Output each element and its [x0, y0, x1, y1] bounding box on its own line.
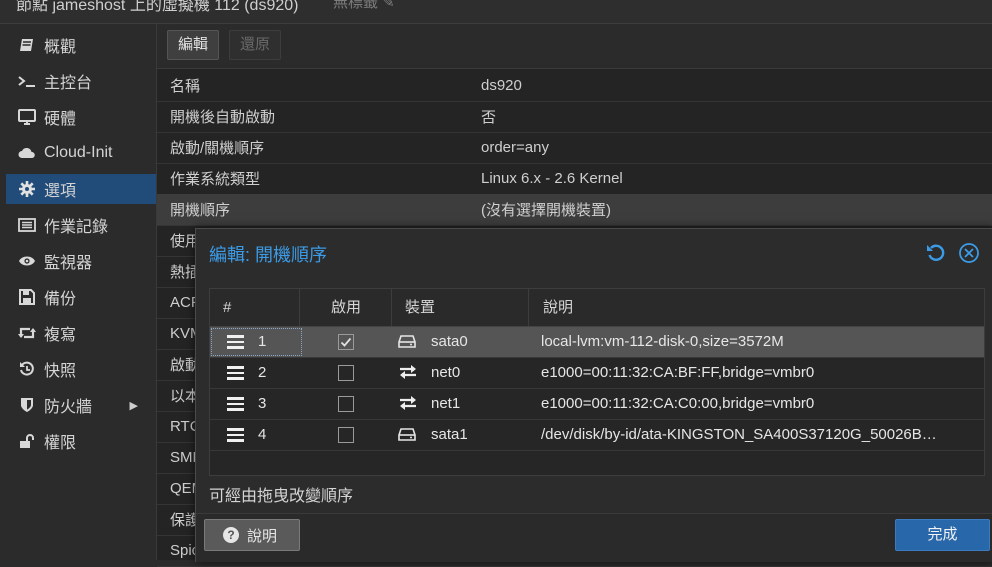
gear-icon — [16, 181, 38, 197]
sidebar-item-label: Cloud-Init — [44, 144, 113, 161]
revert-button[interactable]: 還原 — [229, 30, 282, 60]
help-button[interactable]: ? 說明 — [204, 519, 300, 551]
hdd-icon — [398, 333, 418, 351]
sidebar-item-task-history[interactable]: 作業記錄 — [6, 210, 156, 240]
drag-handle-icon[interactable] — [227, 428, 244, 442]
sidebar-item-label: 作業記錄 — [44, 219, 109, 236]
monitor-icon — [16, 109, 38, 125]
table-row[interactable]: 2 net0 e1000=00:11:32:CA:BF:FF,bridge=vm… — [210, 358, 984, 389]
question-icon: ? — [223, 527, 239, 543]
sidebar-item-summary[interactable]: 概觀 — [6, 30, 156, 60]
shield-icon — [16, 397, 38, 413]
sidebar-item-options[interactable]: 選項 — [6, 174, 156, 204]
close-icon[interactable] — [958, 242, 980, 264]
drag-handle-icon[interactable] — [227, 366, 244, 380]
enabled-checkbox[interactable] — [338, 396, 354, 412]
sidebar-item-label: 主控台 — [44, 75, 93, 92]
sidebar-item-label: 備份 — [44, 291, 77, 308]
grid-header: # 啟用 裝置 說明 — [210, 289, 984, 327]
row-number: 2 — [258, 364, 267, 381]
boot-order-dialog: 編輯: 開機順序 # 啟用 裝置 說明 1 sata0 local-lvm:vm… — [195, 228, 992, 562]
dialog-footer: ? 說明 完成 — [196, 513, 992, 562]
sidebar-item-monitor[interactable]: 監視器 — [6, 246, 156, 276]
tags-label[interactable]: 無標籤 ✎ — [333, 0, 395, 12]
enabled-checkbox[interactable] — [338, 334, 354, 350]
device-description: local-lvm:vm-112-disk-0,size=3572M — [541, 333, 784, 350]
dialog-title: 編輯: 開機順序 — [209, 245, 328, 265]
history-icon — [16, 361, 38, 377]
sidebar-item-label: 選項 — [44, 183, 77, 200]
sidebar-item-firewall[interactable]: 防火牆 ▶ — [6, 390, 156, 420]
done-button[interactable]: 完成 — [895, 519, 990, 551]
sidebar-item-hardware[interactable]: 硬體 — [6, 102, 156, 132]
option-row-onboot[interactable]: 開機後自動啟動否 — [157, 101, 992, 133]
table-row[interactable]: 3 net1 e1000=00:11:32:CA:C0:00,bridge=vm… — [210, 389, 984, 420]
edit-button[interactable]: 編輯 — [167, 30, 220, 60]
sidebar-item-label: 概觀 — [44, 39, 77, 56]
hdd-icon — [398, 426, 418, 444]
sidebar-item-label: 快照 — [44, 363, 77, 380]
sidebar-item-snapshots[interactable]: 快照 — [6, 354, 156, 384]
boot-device-grid: # 啟用 裝置 說明 1 sata0 local-lvm:vm-112-disk… — [209, 288, 985, 476]
cloud-icon — [16, 147, 38, 159]
drag-hint-text: 可經由拖曳改變順序 — [209, 488, 354, 505]
table-row[interactable]: 4 sata1 /dev/disk/by-id/ata-KINGSTON_SA4… — [210, 420, 984, 451]
expand-arrow-icon[interactable]: ▶ — [130, 399, 138, 412]
unlock-icon — [16, 433, 38, 449]
book-icon — [16, 38, 38, 52]
floppy-icon — [16, 289, 38, 305]
sidebar: 概觀 主控台 硬體 Cloud-Init 選項 作業記錄 監視器 備份 複寫 快… — [0, 24, 157, 560]
focus-outline — [211, 328, 302, 356]
row-number: 3 — [258, 395, 267, 412]
column-header-number[interactable]: # — [210, 289, 300, 326]
terminal-icon — [16, 75, 38, 87]
column-header-description[interactable]: 說明 — [530, 289, 984, 326]
device-name: net1 — [431, 395, 461, 412]
exchange-icon — [398, 395, 418, 413]
enabled-checkbox[interactable] — [338, 365, 354, 381]
list-icon — [16, 218, 38, 232]
toolbar: 編輯 還原 — [157, 24, 992, 69]
exchange-icon — [398, 364, 418, 382]
device-description: /dev/disk/by-id/ata-KINGSTON_SA400S37120… — [541, 426, 937, 443]
option-row-boot-order[interactable]: 開機順序 (沒有選擇開機裝置) — [157, 194, 992, 226]
eye-icon — [16, 255, 38, 267]
option-row-startup[interactable]: 啟動/關機順序 order=any — [157, 132, 992, 164]
sidebar-item-replication[interactable]: 複寫 — [6, 318, 156, 348]
option-row-name[interactable]: 名稱 ds920 — [157, 70, 992, 102]
help-button-label: 說明 — [247, 527, 278, 545]
sidebar-item-label: 權限 — [44, 435, 77, 452]
row-number: 4 — [258, 426, 267, 443]
drag-handle-icon[interactable] — [227, 397, 244, 411]
reset-icon[interactable] — [925, 242, 947, 264]
device-name: sata1 — [431, 426, 468, 443]
table-row[interactable]: 1 sata0 local-lvm:vm-112-disk-0,size=357… — [210, 327, 984, 358]
sidebar-item-label: 硬體 — [44, 111, 77, 128]
sidebar-item-label: 複寫 — [44, 327, 77, 344]
sidebar-item-backup[interactable]: 備份 — [6, 282, 156, 312]
sidebar-item-console[interactable]: 主控台 — [6, 66, 156, 96]
dialog-header: 編輯: 開機順序 — [196, 229, 992, 277]
sidebar-item-label: 防火牆 — [44, 399, 93, 416]
drag-handle-icon[interactable] — [227, 335, 244, 349]
row-number: 1 — [258, 333, 267, 350]
device-name: sata0 — [431, 333, 468, 350]
sidebar-item-label: 監視器 — [44, 255, 93, 272]
enabled-checkbox[interactable] — [338, 427, 354, 443]
retweet-icon — [16, 326, 38, 340]
device-name: net0 — [431, 364, 461, 381]
window-title: 節點 jameshost 上的虛擬機 112 (ds920) — [16, 0, 299, 14]
column-header-enabled[interactable]: 啟用 — [301, 289, 392, 326]
option-row-ostype[interactable]: 作業系統類型 Linux 6.x - 2.6 Kernel — [157, 163, 992, 195]
device-description: e1000=00:11:32:CA:BF:FF,bridge=vmbr0 — [541, 364, 815, 381]
column-header-device[interactable]: 裝置 — [392, 289, 529, 326]
sidebar-item-permissions[interactable]: 權限 — [6, 426, 156, 456]
sidebar-item-cloud-init[interactable]: Cloud-Init — [6, 138, 156, 168]
device-description: e1000=00:11:32:CA:C0:00,bridge=vmbr0 — [541, 395, 815, 412]
title-bar: 節點 jameshost 上的虛擬機 112 (ds920) 無標籤 ✎ — [0, 0, 992, 24]
